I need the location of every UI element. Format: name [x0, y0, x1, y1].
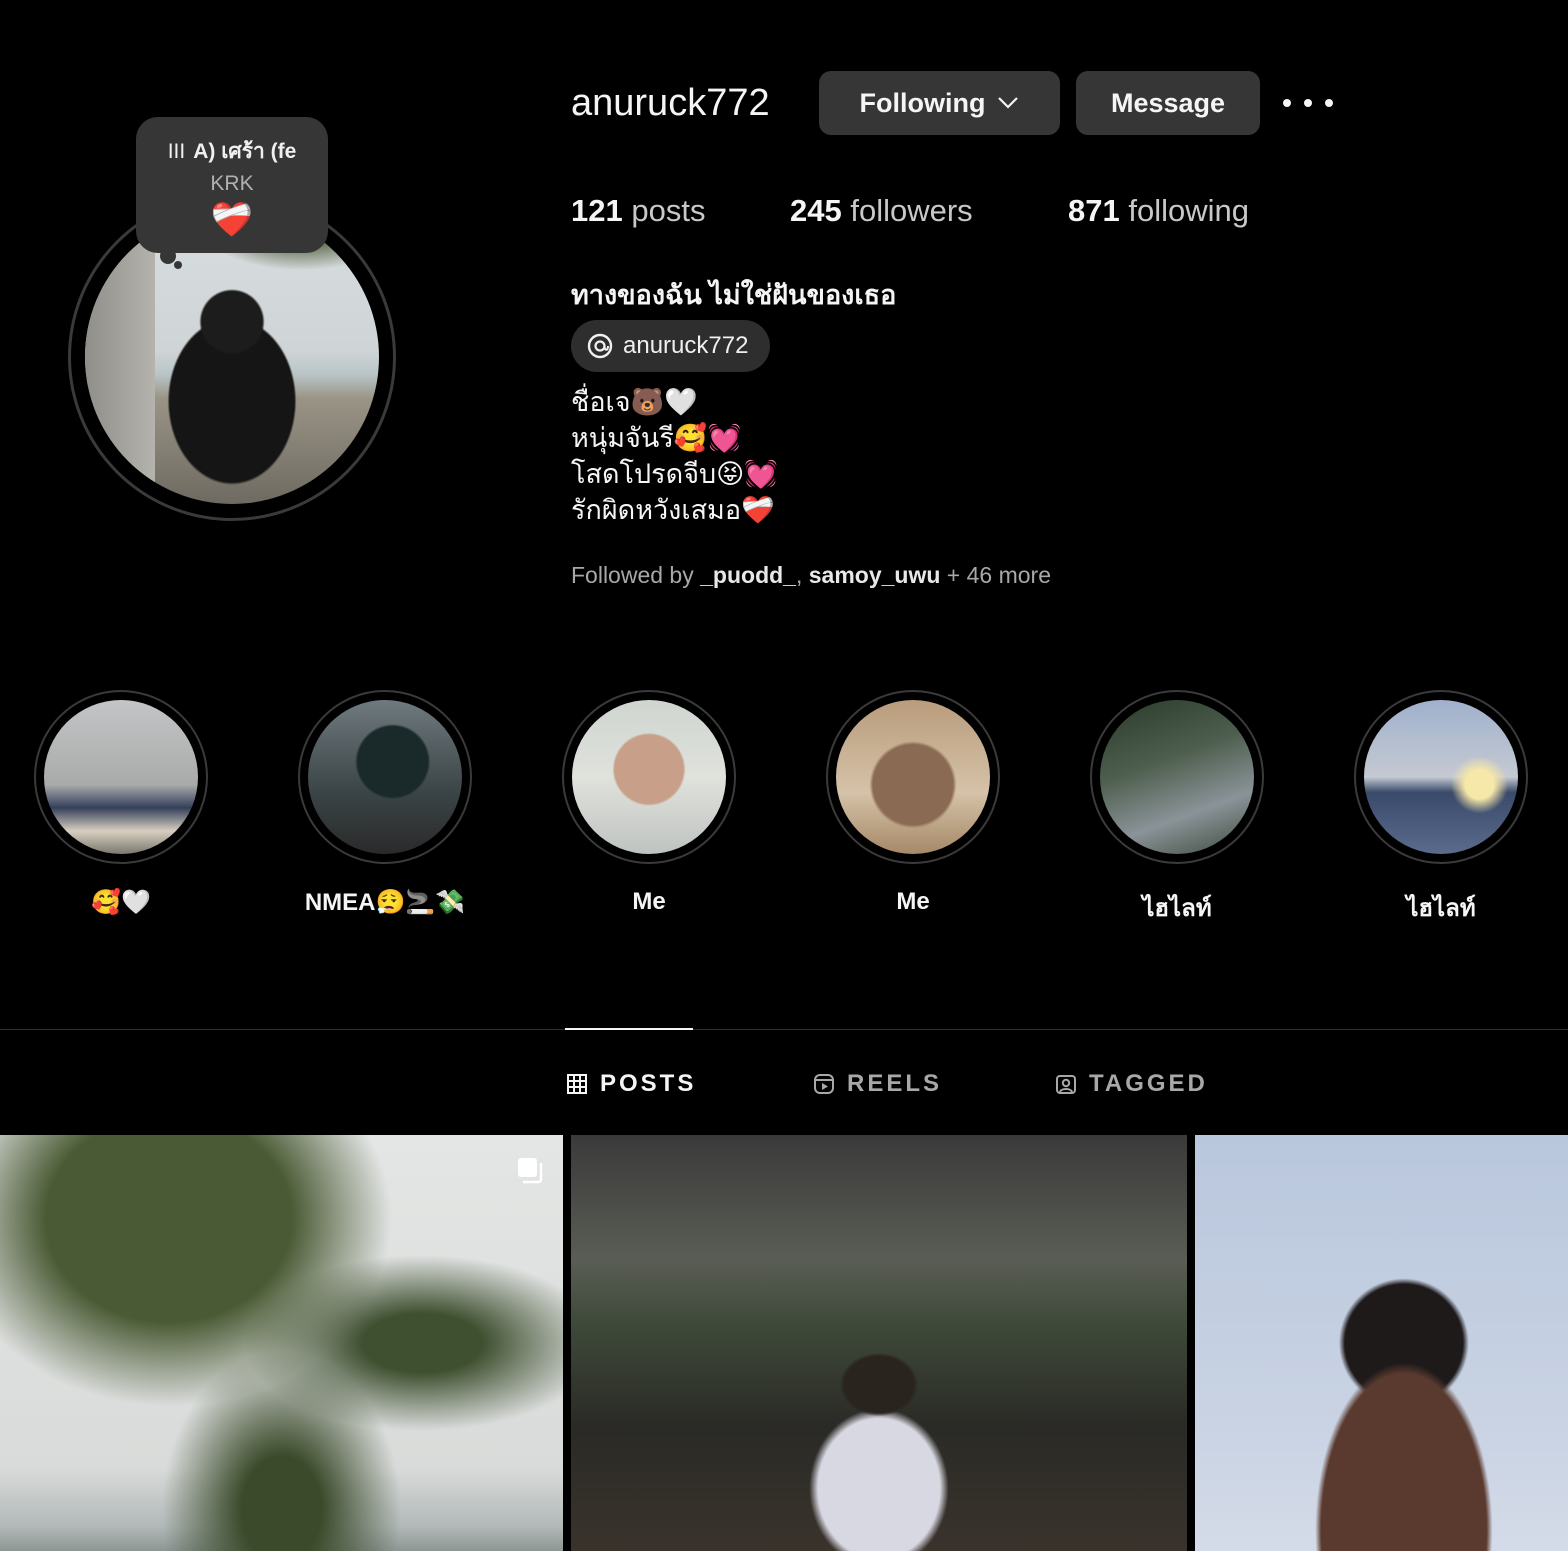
note-tail-dot — [160, 248, 176, 264]
tab-reels[interactable]: REELS — [813, 1068, 942, 1100]
bio-line: รักผิดหวังเสมอ❤️‍🩹 — [571, 495, 775, 525]
highlight-cover — [1364, 700, 1518, 854]
highlight-cover — [44, 700, 198, 854]
followers-label: followers — [850, 193, 973, 228]
posts-label: posts — [631, 193, 706, 228]
avatar-wall-shape — [85, 210, 155, 504]
carousel-icon — [518, 1158, 543, 1184]
dot — [1304, 99, 1312, 107]
tagged-icon — [1056, 1075, 1076, 1094]
note-tail-dot-small — [174, 261, 182, 269]
profile-page: III A) เศร้า (fe KRK ❤️‍🩹 anuruck772 Foll… — [0, 0, 1568, 1551]
highlight-ring — [34, 690, 208, 864]
bio-line: ชื่อเจ🐻🤍 — [571, 387, 698, 417]
posts-count: 121 — [571, 193, 623, 228]
followed-by-more: + 46 more — [946, 562, 1051, 588]
story-highlight[interactable]: Me — [826, 690, 1000, 916]
avatar-image — [85, 210, 379, 504]
post-thumbnail[interactable] — [0, 1135, 563, 1551]
active-tab-indicator — [565, 1028, 693, 1030]
dot — [1283, 99, 1291, 107]
tab-tagged-label: TAGGED — [1089, 1070, 1208, 1097]
followed-by[interactable]: Followed by _puodd_, samoy_uwu + 46 more — [571, 562, 1051, 589]
profile-username: anuruck772 — [571, 82, 770, 124]
note-title-text: A) เศร้า (fe — [193, 140, 297, 163]
dot — [1325, 99, 1333, 107]
note-song-title: III A) เศร้า (fe — [136, 135, 328, 168]
followed-by-prefix: Followed by — [571, 562, 694, 588]
following-label: following — [1128, 193, 1249, 228]
story-highlight[interactable]: ไฮไลท์ — [1354, 690, 1528, 927]
followed-by-user[interactable]: _puodd_ — [700, 562, 796, 588]
post-thumbnail[interactable] — [571, 1135, 1187, 1551]
story-highlight[interactable]: Me — [562, 690, 736, 916]
more-options-icon[interactable] — [1283, 86, 1333, 120]
threads-icon — [587, 333, 613, 359]
following-button[interactable]: Following — [819, 71, 1060, 135]
highlight-cover — [1100, 700, 1254, 854]
tab-reels-label: REELS — [847, 1070, 943, 1097]
highlight-label: NMEA😮‍💨🚬💸 — [304, 889, 466, 916]
highlight-label: Me — [632, 888, 666, 915]
post-thumbnail[interactable] — [1195, 1135, 1568, 1551]
highlight-label: ไฮไลท์ — [1406, 895, 1476, 922]
threads-link[interactable]: anuruck772 — [571, 320, 770, 372]
highlight-cover — [572, 700, 726, 854]
chevron-down-icon — [998, 97, 1019, 109]
story-highlight[interactable]: ไฮไลท์ — [1090, 690, 1264, 927]
highlight-label: 🥰🤍 — [91, 889, 151, 916]
tab-posts[interactable]: POSTS — [566, 1068, 696, 1100]
highlight-cover — [308, 700, 462, 854]
bio-name: ทางของฉัน ไม่ใช่ฝันของเธอ — [571, 280, 897, 310]
highlight-label: ไฮไลท์ — [1142, 895, 1212, 922]
bio-line: โสดโปรดจีบ😝💓 — [571, 459, 778, 489]
following-count-stat[interactable]: 871 following — [1068, 193, 1249, 229]
following-button-label: Following — [859, 87, 986, 118]
grid-icon — [567, 1074, 587, 1094]
story-highlight[interactable]: 🥰🤍 — [34, 690, 208, 917]
highlight-ring — [298, 690, 472, 864]
highlight-ring — [562, 690, 736, 864]
highlight-ring — [1354, 690, 1528, 864]
note-artist: KRK — [210, 172, 254, 195]
followers-count-stat[interactable]: 245 followers — [790, 193, 973, 229]
highlight-ring — [826, 690, 1000, 864]
note-heart-icon: ❤️‍🩹 — [210, 201, 254, 239]
followers-count: 245 — [790, 193, 842, 228]
music-note-bubble[interactable]: III A) เศร้า (fe KRK ❤️‍🩹 — [136, 117, 328, 253]
highlight-cover — [836, 700, 990, 854]
note-bars-icon: III — [167, 140, 186, 163]
highlight-ring — [1090, 690, 1264, 864]
following-count: 871 — [1068, 193, 1120, 228]
highlight-label: Me — [896, 888, 930, 915]
bio-line: หนุ่มจันรี🥰💓 — [571, 423, 742, 453]
reels-icon — [814, 1074, 834, 1094]
message-button[interactable]: Message — [1076, 71, 1260, 135]
tab-posts-label: POSTS — [600, 1070, 697, 1097]
threads-handle: anuruck772 — [623, 332, 749, 359]
story-highlight[interactable]: NMEA😮‍💨🚬💸 — [298, 690, 472, 917]
tab-tagged[interactable]: TAGGED — [1055, 1068, 1208, 1100]
bio-text: ชื่อเจ🐻🤍 หนุ่มจันรี🥰💓 โสดโปรดจีบ😝💓 รักผิ… — [571, 384, 778, 528]
tabs-divider — [0, 1029, 1568, 1030]
followed-by-user[interactable]: samoy_uwu — [809, 562, 941, 588]
posts-count-stat: 121 posts — [571, 193, 705, 229]
